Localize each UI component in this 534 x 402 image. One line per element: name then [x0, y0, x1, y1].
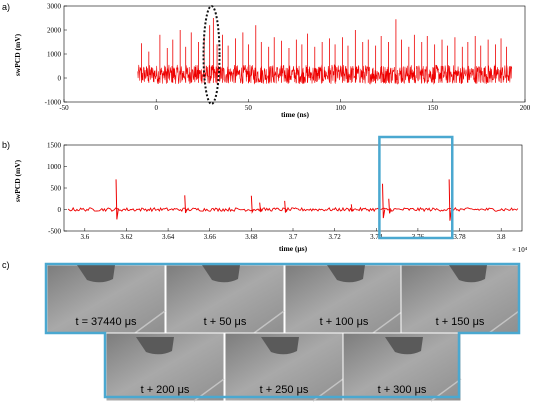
- panel-b-y-tick-label: 500: [51, 185, 62, 193]
- panel-b-spike-3: [259, 202, 263, 213]
- panel-b-x-tick-label: 3.72: [329, 233, 342, 241]
- panel-b-spike-5: [350, 204, 354, 212]
- panel-a-y-tick-label: 0: [58, 75, 62, 83]
- panel-b: b) 3.6 3.62 3.64 3.66 3.68 3.7 3.72 3.74 3.76 3.7…: [2, 135, 528, 254]
- panel-c-label: c): [2, 260, 10, 270]
- camera-frame: t + 300 μs: [342, 332, 462, 402]
- camera-frame: t + 50 μs: [165, 264, 285, 334]
- camera-frame: t + 100 μs: [284, 264, 404, 334]
- panel-b-label: b): [2, 140, 10, 150]
- panel-b-x-tick-label: 3.62: [120, 233, 133, 241]
- frame-timestamp: t + 100 μs: [320, 316, 369, 328]
- panel-a-signal-trace: [137, 18, 513, 85]
- camera-frame: t + 250 μs: [224, 332, 344, 402]
- camera-frames: t = 37440 μs t + 50 μs t + 100 μs t + 150 μ…: [46, 264, 520, 402]
- panel-a: a) -50 0 50 100 150 200-10000100020003000 tim…: [2, 2, 531, 119]
- camera-frame: t = 37440 μs: [46, 264, 166, 334]
- frame-timestamp: t = 37440 μs: [75, 316, 137, 328]
- panel-a-label: a): [2, 2, 10, 12]
- panel-b-spike-1: [184, 195, 188, 214]
- panel-b-x-tick-label: 3.6: [80, 233, 89, 241]
- panel-a-y-tick-label: 2000: [47, 27, 62, 35]
- panel-b-x-multiplier: × 10⁴: [512, 246, 528, 254]
- panel-b-x-tick-label: 3.7: [289, 233, 298, 241]
- panel-b-x-tick-label: 3.66: [204, 233, 217, 241]
- panel-a-x-tick-label: 150: [428, 104, 439, 112]
- panel-a-y-tick-label: 3000: [47, 3, 62, 11]
- panel-b-noise-trace: [67, 206, 519, 213]
- frame-timestamp: t + 50 μs: [204, 316, 247, 328]
- panel-a-x-axis-label: time (ns): [281, 110, 310, 119]
- panel-c: c) t = 37440 μs t + 50 μs t + 100 μs t + 15…: [2, 260, 521, 402]
- panel-b-signal-trace: [67, 179, 519, 221]
- panel-b-x-tick-label: 3.68: [245, 233, 258, 241]
- figure: a) -50 0 50 100 150 200 -1000 0 1000 2000 3000 tim…: [2, 2, 531, 402]
- panel-b-x-axis-label: time (μs): [279, 244, 308, 253]
- panel-a-x-tick-label: 50: [245, 104, 253, 112]
- camera-frame: t + 150 μs: [400, 264, 520, 334]
- panel-b-x-tick-label: 3.8: [497, 233, 506, 241]
- panel-b-spike-2: [250, 195, 254, 214]
- panel-b-highlight-box: [378, 135, 454, 240]
- panel-a-noise-trace: [137, 64, 513, 85]
- panel-b-x-tick-label: 3.64: [162, 233, 175, 241]
- frame-timestamp: t + 200 μs: [141, 384, 190, 396]
- frame-timestamp: t + 150 μs: [436, 316, 485, 328]
- panel-a-x-tick-label: 100: [335, 104, 346, 112]
- panel-b-y-tick-label: 1000: [47, 163, 62, 171]
- panel-a-frame: [63, 5, 526, 103]
- panel-b-spike-0: [115, 179, 119, 220]
- panel-a-x-tick-label: 200: [520, 104, 531, 112]
- panel-a-y-tick-label: 1000: [47, 51, 62, 59]
- panel-b-x-tick-label: 3.78: [453, 233, 466, 241]
- camera-frame: t + 200 μs: [105, 332, 225, 402]
- panel-b-y-axis-label: swPCD (mV): [13, 159, 22, 202]
- panel-a-y-tick-label: -1000: [45, 99, 62, 107]
- panel-b-axes: 3.6 3.62 3.64 3.66 3.68 3.7 3.72 3.74 3.76 3.78 3.…: [47, 135, 523, 241]
- frame-timestamp: t + 250 μs: [260, 384, 309, 396]
- panel-a-axes: -50 0 50 100 150 200-10000100020003000: [45, 3, 531, 113]
- panel-b-y-tick-label: -500: [48, 228, 61, 236]
- panel-a-y-axis-label: swPCD (mV): [13, 33, 22, 76]
- panel-b-spike-6: [382, 183, 386, 219]
- panel-b-spike-4: [284, 200, 288, 213]
- panel-b-y-tick-label: 0: [58, 206, 62, 214]
- panel-b-spike-7: [388, 198, 392, 214]
- panel-b-y-tick-label: 1500: [47, 142, 62, 150]
- frame-timestamp: t + 300 μs: [378, 384, 427, 396]
- panel-a-x-tick-label: 0: [154, 104, 158, 112]
